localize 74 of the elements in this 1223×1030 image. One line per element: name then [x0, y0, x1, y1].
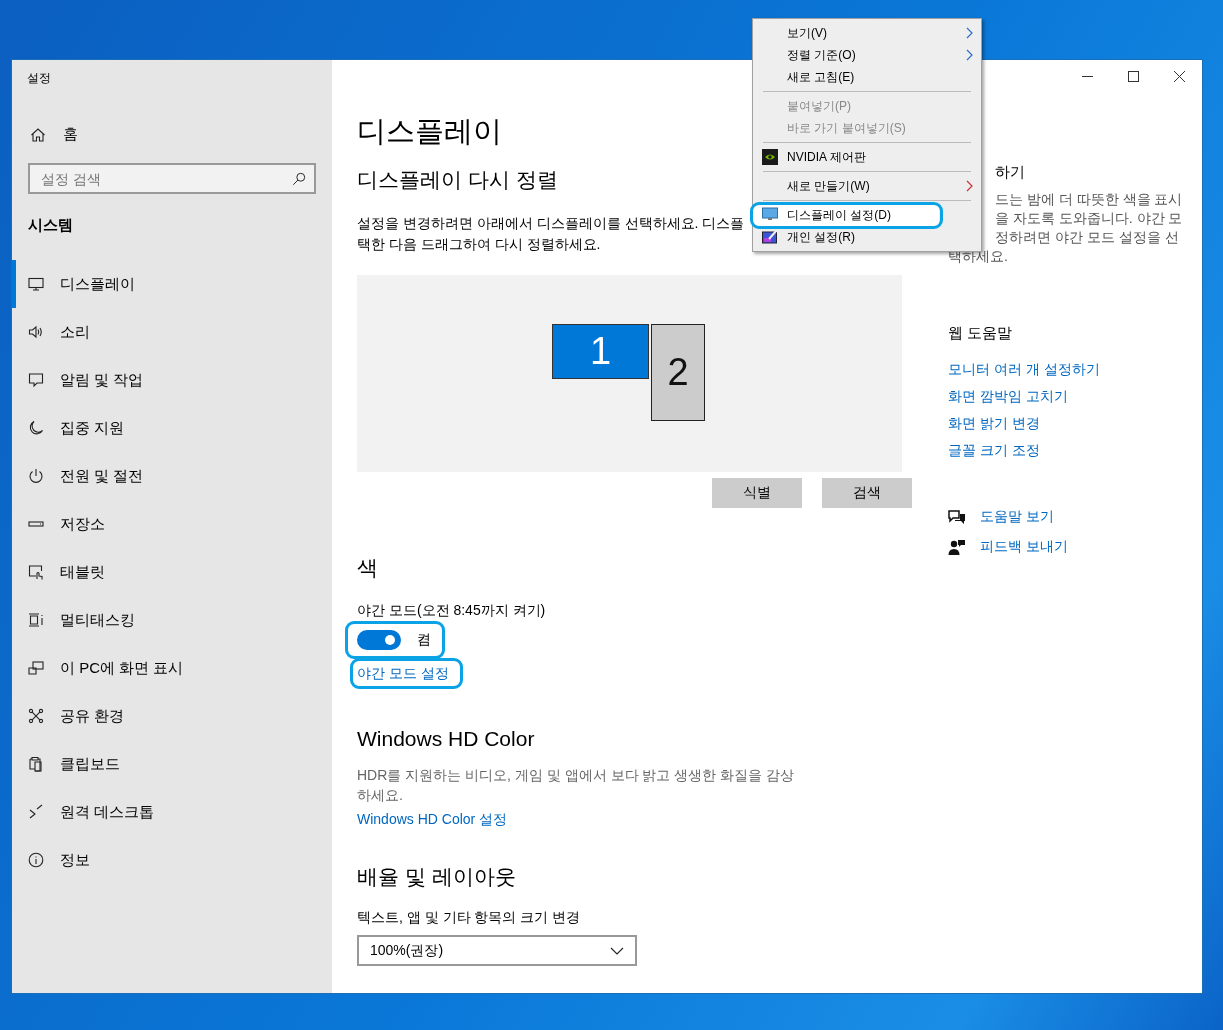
setting-label: 야간 모드(오전 8:45까지 켜기) [357, 602, 546, 620]
sidebar-item[interactable]: 이 PC에 화면 표시 [12, 644, 332, 692]
web-help-heading: 웹 도움말 [948, 324, 1013, 343]
page-title: 디스플레이 [357, 114, 502, 149]
sidebar-item[interactable]: 집중 지원 [12, 404, 332, 452]
tablet-icon [28, 564, 44, 580]
moon-icon [28, 420, 44, 436]
description-text: 택한 다음 드래그하여 다시 정렬하세요. [357, 235, 601, 254]
monitor-icon [762, 207, 778, 221]
menu-item[interactable]: 새로 고침(E) [753, 66, 981, 88]
search-field[interactable]: 설정 검색 [28, 163, 316, 194]
sidebar-item[interactable]: 디스플레이 [12, 260, 332, 308]
multitasking-icon [28, 612, 44, 628]
speech-bubble-icon [28, 372, 44, 388]
menu-item[interactable]: 개인 설정(R) [753, 226, 981, 248]
chat-bubbles-icon [948, 509, 966, 525]
display-tile[interactable]: 1 [552, 324, 649, 379]
section-heading: 시스템 [28, 216, 74, 235]
tip-text: 드는 밤에 더 따뜻한 색을 표시 [994, 190, 1183, 209]
description-text: HDR를 지원하는 비디오, 게임 및 앱에서 보다 밝고 생생한 화질을 감상하세요. [357, 766, 796, 805]
help-link[interactable]: 화면 깜박임 고치기 [948, 387, 1068, 406]
feedback-link[interactable]: 피드백 보내기 [980, 538, 1068, 556]
personalize-icon [762, 229, 778, 245]
sidebar-item[interactable]: 멀티태스킹 [12, 596, 332, 644]
home-item[interactable]: 홈 [30, 125, 332, 144]
monitor-icon [28, 276, 44, 292]
search-icon [292, 172, 306, 186]
section-heading: 색 [357, 555, 378, 581]
info-icon [28, 852, 44, 868]
description-text: 설정을 변경하려면 아래에서 디스플레이를 선택하세요. 디스플 [357, 214, 745, 233]
section-heading: Windows HD Color [357, 727, 535, 751]
sidebar-item[interactable]: 전원 및 절전 [12, 452, 332, 500]
setting-label: 텍스트, 앱 및 기타 항목의 크기 변경 [357, 909, 581, 927]
speaker-icon [28, 324, 44, 340]
identify-button[interactable]: 식별 [712, 478, 802, 508]
section-heading: 배율 및 레이아웃 [357, 864, 516, 890]
section-heading: 디스플레이 다시 정렬 [357, 167, 558, 193]
tip-text: 을 자도록 도와줍니다. 야간 모 [994, 209, 1183, 228]
get-help-link[interactable]: 도움말 보기 [980, 508, 1054, 526]
night-light-settings-link[interactable]: 야간 모드 설정 [357, 665, 449, 681]
menu-item[interactable]: 정렬 기준(O) [753, 44, 981, 66]
toggle-state-text: 켬 [417, 631, 431, 649]
window-title: 설정 [27, 70, 52, 87]
sidebar-item[interactable]: 소리 [12, 308, 332, 356]
power-icon [28, 468, 44, 484]
clipboard-icon [28, 756, 44, 772]
sidebar-item[interactable]: 클립보드 [12, 740, 332, 788]
sidebar-item[interactable]: 원격 데스크톱 [12, 788, 332, 836]
close-icon [1173, 70, 1185, 82]
sidebar-item[interactable]: 태블릿 [12, 548, 332, 596]
help-link[interactable]: 글꼴 크기 조정 [948, 441, 1040, 460]
help-link[interactable]: 모니터 여러 개 설정하기 [948, 360, 1100, 379]
sidebar-item[interactable]: 알림 및 작업 [12, 356, 332, 404]
menu-item[interactable]: 보기(V) [753, 22, 981, 44]
tip-heading: 하기 [995, 163, 1025, 182]
person-feedback-icon [948, 539, 966, 555]
help-link[interactable]: 화면 밝기 변경 [948, 414, 1040, 433]
scale-dropdown[interactable]: 100%(권장) [357, 935, 637, 966]
hd-color-settings-link[interactable]: Windows HD Color 설정 [357, 811, 508, 829]
remote-desktop-icon [28, 804, 44, 820]
display-tile[interactable]: 2 [651, 324, 705, 421]
share-nodes-icon [28, 708, 44, 724]
sidebar-item[interactable]: 정보 [12, 836, 332, 884]
tip-text: 정하려면 야간 모드 설정을 선 [994, 228, 1180, 247]
menu-item[interactable]: NVIDIA 제어판 [753, 146, 981, 168]
sidebar-item[interactable]: 공유 환경 [12, 692, 332, 740]
toggle-switch[interactable] [357, 630, 401, 650]
projection-icon [28, 660, 44, 676]
nvidia-eye-icon [762, 149, 778, 165]
sidebar-item[interactable]: 저장소 [12, 500, 332, 548]
maximize-icon [1127, 70, 1139, 82]
home-icon [30, 126, 46, 143]
menu-item[interactable]: 새로 만들기(W) [753, 175, 981, 197]
detect-button[interactable]: 검색 [822, 478, 912, 508]
